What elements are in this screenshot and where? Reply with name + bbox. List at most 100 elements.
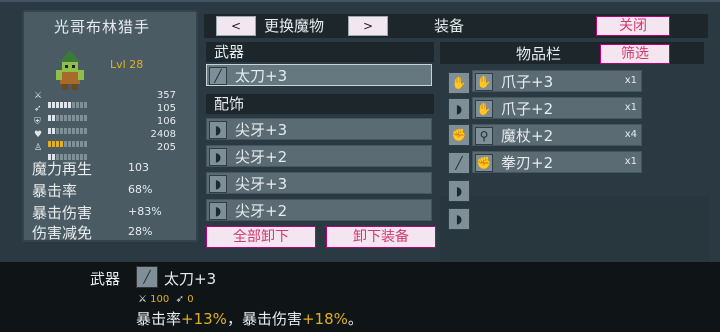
inventory-item-count: x1 (624, 75, 637, 86)
stat-bar (48, 93, 118, 108)
desc-separator: ， (226, 310, 242, 328)
attr-name: 暴击率 (32, 182, 78, 200)
top-bar: < 更换魔物 > 装备 关闭 (204, 14, 708, 38)
prev-monster-button[interactable]: < (216, 16, 256, 36)
category-glove-icon[interactable]: ✊ (448, 124, 470, 146)
attr-mana-regen: 魔力再生 103 (32, 158, 192, 178)
unequip-button[interactable]: 卸下装备 (326, 226, 436, 248)
item-type: 武器 (90, 270, 121, 288)
background-texture (440, 196, 710, 262)
katana-icon: ╱ (136, 266, 158, 288)
attr-value: 68% (128, 183, 153, 196)
stat-value: 105 (156, 103, 176, 114)
goblin-portrait-icon (56, 50, 84, 90)
character-name: 光哥布林猎手 (54, 18, 151, 36)
character-status-panel: 光哥布林猎手 Lvl 28 ⚔ 357 ➶ 105 ⛨ 106 ♥ 2408 ♙… (22, 10, 198, 242)
accessory-slot-label: 尖牙+3 (235, 175, 288, 193)
attr-value: +83% (128, 205, 162, 218)
filter-button[interactable]: 筛选 (600, 44, 670, 64)
attr-name: 伤害减免 (32, 224, 93, 242)
inventory-item[interactable]: ⚲ 魔杖+2 x4 (472, 124, 642, 146)
claw-icon: ✋ (475, 73, 493, 91)
inventory-item-count: x1 (624, 156, 637, 167)
accessory-slot[interactable]: ◗ 尖牙+3 (206, 172, 432, 194)
stat-row-attack: ⚔ 357 (34, 90, 184, 108)
item-base-stats: ⚔ 100 ➶ 0 (138, 294, 194, 305)
heart-icon: ♥ (34, 130, 43, 140)
desc-critdmg-label: 暴击伤害 (241, 310, 302, 328)
fist-blade-icon: ✊ (475, 154, 493, 172)
item-other-value: 0 (187, 294, 194, 305)
accessory-slot[interactable]: ◗ 尖牙+2 (206, 199, 432, 221)
inventory-item-count: x1 (624, 102, 637, 113)
inventory-item-name: 爪子+3 (501, 73, 554, 91)
accessory-slot-label: 尖牙+2 (235, 202, 288, 220)
close-button[interactable]: 关闭 (596, 16, 670, 36)
attr-value: 103 (128, 161, 149, 174)
category-fang-icon[interactable]: ◗ (448, 98, 470, 120)
category-claw-icon[interactable]: ✋ (448, 72, 470, 94)
stat-row-ranged: ➶ 105 (34, 103, 184, 121)
change-monster-label: 更换魔物 (264, 17, 325, 35)
shield-icon: ⛨ (34, 117, 41, 127)
fang-icon: ◗ (209, 175, 227, 193)
equip-title: 装备 (434, 17, 465, 35)
weapon-slot[interactable]: ╱ 太刀+3 (206, 64, 432, 86)
inventory-item[interactable]: ✋ 爪子+2 x1 (472, 97, 642, 119)
stat-bar (48, 106, 118, 121)
claw-icon: ✋ (475, 100, 493, 118)
item-description: 暴击率+13%，暴击伤害+18%。 (136, 308, 363, 329)
stat-bar (48, 132, 118, 147)
inventory-item-count: x4 (624, 129, 637, 140)
unequip-all-button[interactable]: 全部卸下 (206, 226, 316, 248)
inventory-item[interactable]: ✊ 拳刃+2 x1 (472, 151, 642, 173)
accessory-slot[interactable]: ◗ 尖牙+2 (206, 145, 432, 167)
fang-icon: ◗ (209, 121, 227, 139)
sword-icon: ⚔ (138, 294, 147, 305)
attr-damage-reduction: 伤害减免 28% (32, 222, 192, 242)
next-monster-button[interactable]: > (348, 16, 388, 36)
category-gem-icon[interactable]: ◗ (448, 208, 470, 230)
bow-icon: ➶ (34, 104, 42, 114)
inventory-item-name: 拳刃+2 (501, 154, 554, 172)
stat-bar (48, 119, 118, 134)
sword-icon: ⚔ (34, 91, 43, 101)
attr-crit-rate: 暴击率 68% (32, 180, 192, 200)
character-level: Lvl 28 (110, 58, 144, 71)
wand-icon: ⚲ (475, 127, 493, 145)
category-sword-icon[interactable]: ╱ (448, 152, 470, 174)
stat-value: 2408 (150, 129, 176, 140)
stat-value: 205 (156, 142, 176, 153)
accessory-slot[interactable]: ◗ 尖牙+3 (206, 118, 432, 140)
inventory-title: 物品栏 (516, 45, 562, 63)
stat-value: 106 (156, 116, 176, 127)
inventory-item-name: 爪子+2 (501, 100, 554, 118)
fang-icon: ◗ (209, 202, 227, 220)
desc-end: 。 (347, 310, 363, 328)
inventory-item[interactable]: ✋ 爪子+3 x1 (472, 70, 642, 92)
fang-icon: ◗ (209, 148, 227, 166)
stat-row-defense: ⛨ 106 (34, 116, 184, 134)
attr-name: 暴击伤害 (32, 204, 93, 222)
accessory-section-header: 配饰 (206, 94, 434, 114)
desc-crit-label: 暴击率 (136, 310, 182, 328)
katana-icon: ╱ (209, 67, 227, 85)
desc-crit-value: +13% (181, 310, 227, 328)
weapon-section-header: 武器 (206, 42, 434, 62)
stat-row-speed: ♙ 205 (34, 142, 184, 160)
stat-value: 357 (156, 90, 176, 101)
desc-critdmg-value: +18% (301, 310, 348, 328)
item-info-panel: 武器 ╱ 太刀+3 ⚔ 100 ➶ 0 暴击率+13%，暴击伤害+18%。 (0, 262, 720, 332)
category-ring-icon[interactable]: ◗ (448, 180, 470, 202)
accessory-slot-label: 尖牙+2 (235, 148, 288, 166)
stat-row-health: ♥ 2408 (34, 129, 184, 147)
attr-name: 魔力再生 (32, 160, 93, 178)
item-name: 太刀+3 (164, 270, 217, 288)
weapon-slot-label: 太刀+3 (235, 67, 288, 85)
accessory-slot-label: 尖牙+3 (235, 121, 288, 139)
item-attack-value: 100 (150, 294, 170, 305)
attr-crit-damage: 暴击伤害 +83% (32, 202, 192, 222)
stat-bar (48, 145, 118, 160)
boot-icon: ♙ (34, 143, 43, 153)
inventory-header: 物品栏 筛选 (440, 42, 704, 64)
